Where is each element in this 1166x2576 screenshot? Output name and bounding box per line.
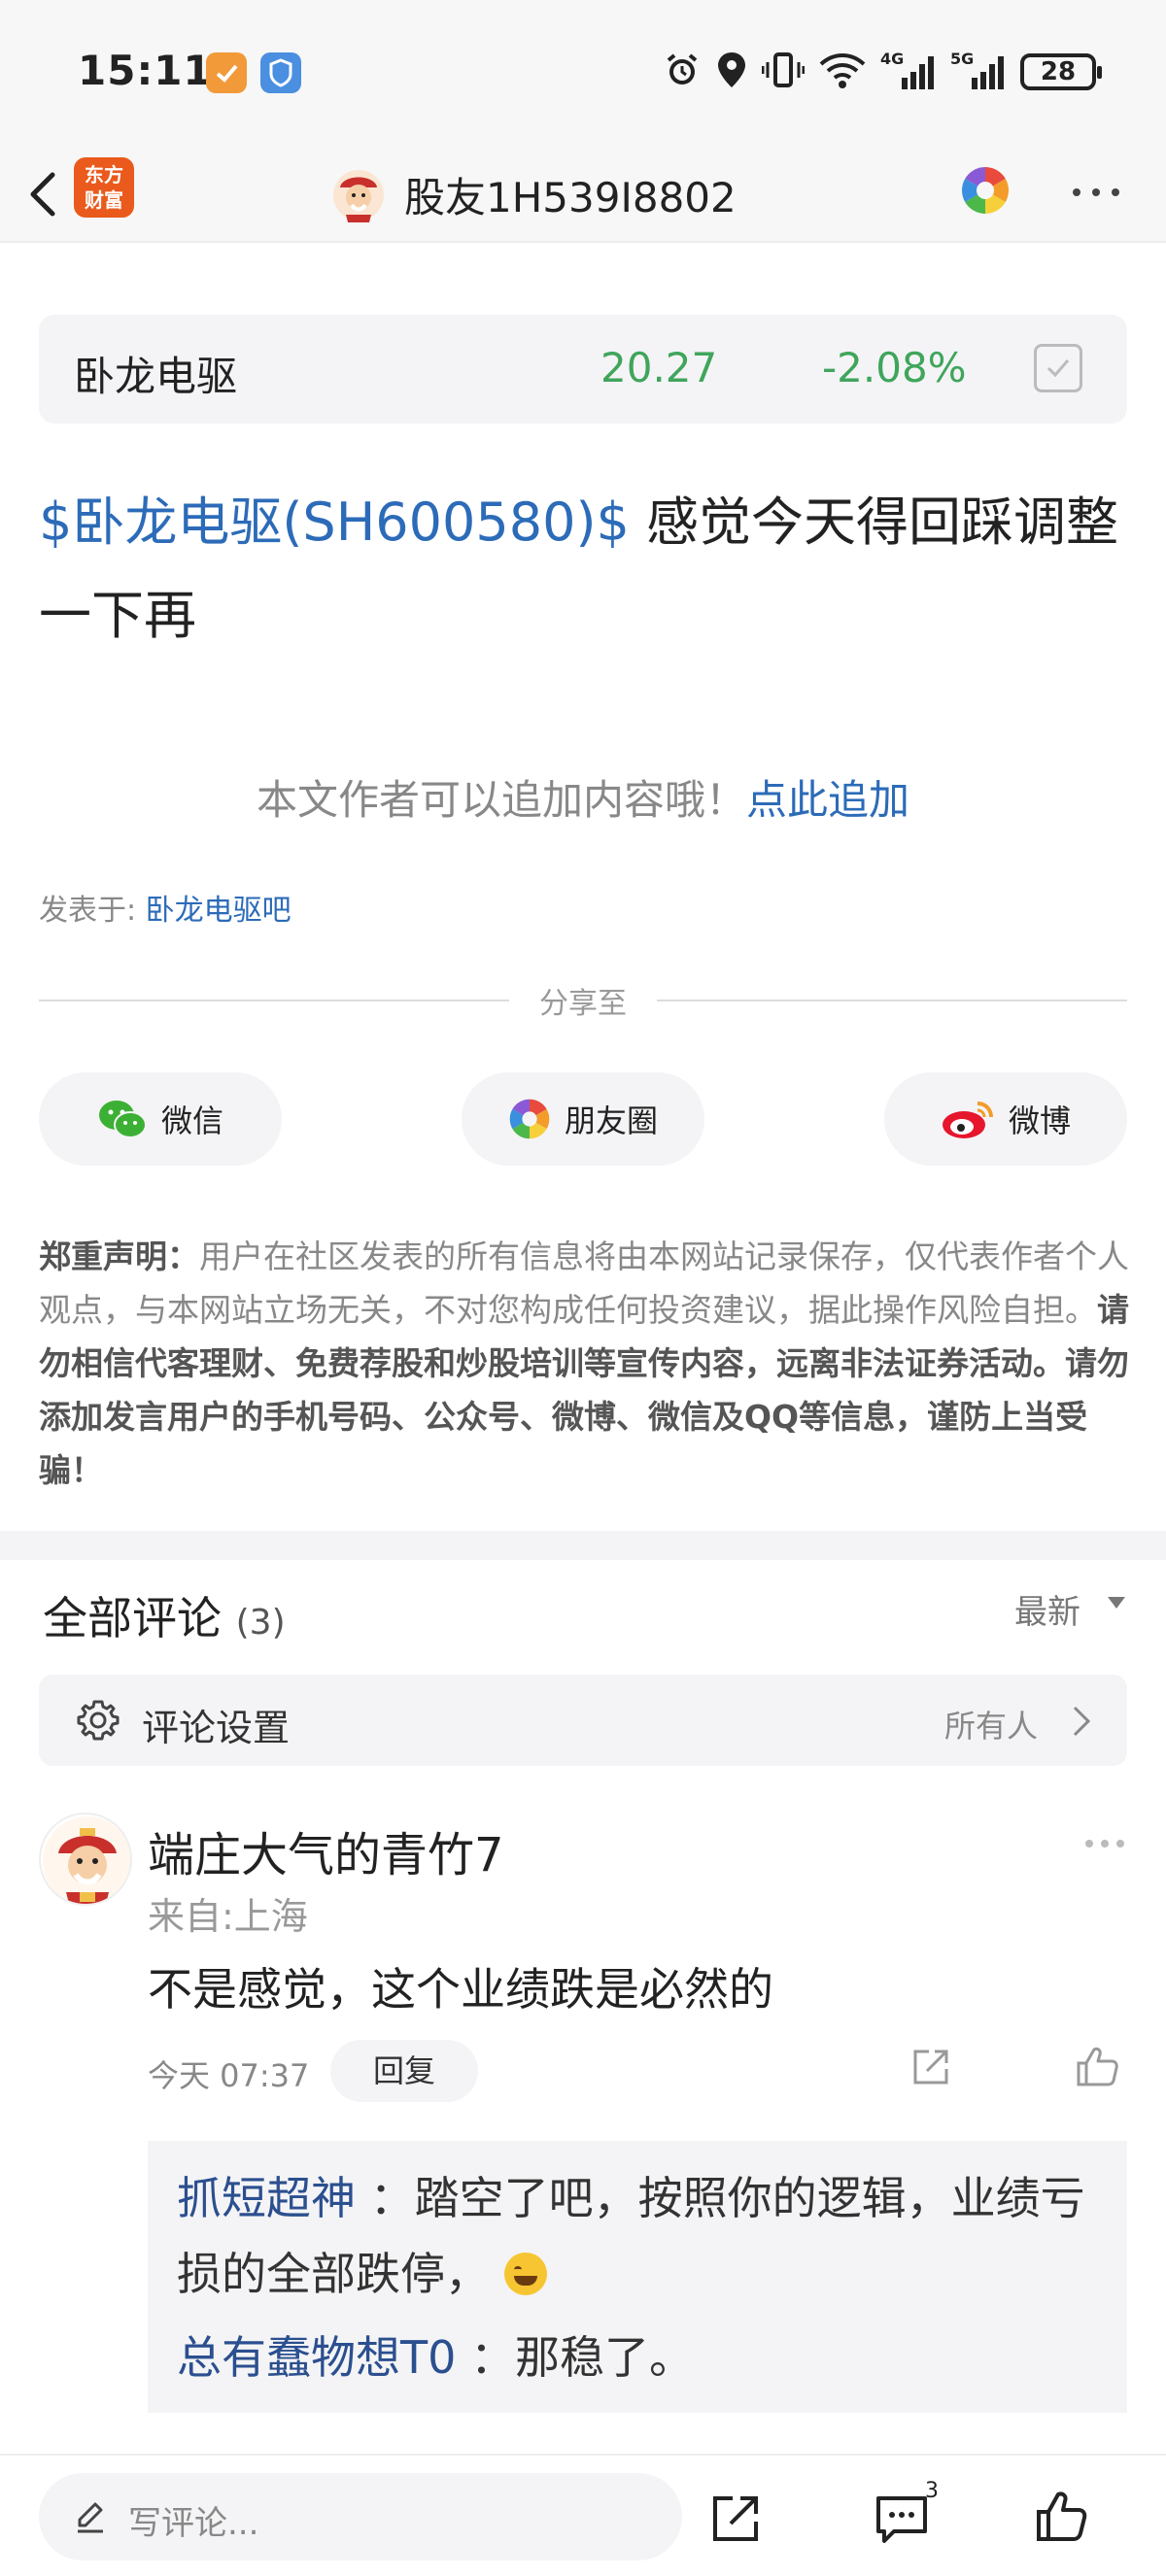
section-divider (0, 1531, 1166, 1560)
share-icon[interactable] (909, 2046, 952, 2088)
stock-quote-card[interactable]: 卧龙电驱 20.27 -2.08% (39, 315, 1127, 424)
comment-text: 不是感觉，这个业绩跌是必然的 (148, 1963, 773, 2016)
reply-button[interactable]: 回复 (330, 2040, 478, 2102)
pencil-icon (78, 2502, 103, 2533)
moments-icon (509, 1099, 550, 1139)
bottom-action-bar: 写评论... 3 (0, 2454, 1166, 2576)
append-link[interactable]: 点此追加 (746, 776, 909, 824)
sort-dropdown-arrow-icon[interactable] (1108, 1597, 1125, 1609)
nav-title-area[interactable]: 股友1H539I8802 (330, 159, 836, 229)
logo-text-bottom: 财富 (85, 188, 123, 212)
append-prompt-text: 本文作者可以追加内容哦！ (256, 776, 746, 824)
post-content: $卧龙电驱(SH600580)$ 感觉今天得回踩调整 一下再 (39, 476, 1137, 662)
nav-bar: 东方 财富 股友1H539I8802 (0, 146, 1166, 243)
posted-in-bar-link[interactable]: 卧龙电驱吧 (146, 894, 292, 928)
svg-text:5G: 5G (950, 50, 974, 68)
reply-thread: 抓短超神 ：踏空了吧，按照你的逻辑，业绩亏损的全部跌停， 总有蠢物想T0 ：那稳… (148, 2141, 1127, 2413)
comments-count: (3) (235, 1603, 286, 1643)
comment-icon[interactable] (873, 2491, 931, 2545)
thumbs-up-icon[interactable] (1034, 2489, 1088, 2543)
theme-color-icon[interactable] (960, 165, 1011, 216)
thumbs-up-icon[interactable] (1075, 2044, 1119, 2088)
share-weibo-label: 微博 (1008, 1102, 1071, 1139)
comment-more-icon[interactable] (1082, 1836, 1127, 1849)
alarm-icon (663, 51, 702, 93)
wechat-icon (98, 1101, 147, 1138)
status-time: 15:11 (78, 47, 213, 94)
svg-text:4G: 4G (880, 50, 904, 68)
comment-settings-label: 评论设置 (142, 1707, 291, 1749)
comment-count-badge: 3 (925, 2479, 939, 2503)
watchlist-checkbox-icon[interactable] (1034, 344, 1082, 392)
signal-5g-icon: 5G (950, 49, 1007, 95)
disclaimer-normal: 用户在社区发表的所有信息将由本网站记录保存，仅代表作者个人观点，与本网站立场无关… (39, 1237, 1129, 1329)
comment-avatar[interactable] (39, 1813, 132, 1906)
security-app-icon (260, 52, 301, 93)
share-moments-button[interactable]: 朋友圈 (462, 1072, 704, 1166)
wifi-icon (818, 51, 867, 93)
comment-author[interactable]: 端庄大气的青竹7 (148, 1816, 504, 1884)
comment-location: 来自:上海 (148, 1895, 308, 1938)
reply-item[interactable]: 总有蠢物想T0 ：那稳了。 (177, 2320, 1110, 2395)
comment-settings-row[interactable]: 评论设置 所有人 (39, 1675, 1127, 1766)
status-icons: 4G 5G 28 (663, 49, 1102, 95)
comment-settings-value: 所有人 (944, 1708, 1039, 1745)
share-divider: 分享至 (0, 979, 1166, 1021)
disclaimer-heading: 郑重声明： (39, 1237, 199, 1275)
disclaimer: 郑重声明：用户在社区发表的所有信息将由本网站记录保存，仅代表作者个人观点，与本网… (39, 1230, 1131, 1497)
share-wechat-label: 微信 (160, 1102, 223, 1139)
weibo-icon (942, 1102, 993, 1138)
stock-change: -2.08% (822, 344, 967, 391)
comments-title-label: 全部评论 (43, 1592, 222, 1644)
reply-author[interactable]: 抓短超神 (177, 2172, 356, 2224)
write-comment-placeholder: 写评论... (128, 2504, 259, 2543)
share-icon[interactable] (709, 2491, 764, 2545)
comments-title: 全部评论 (3) (43, 1583, 286, 1647)
append-prompt: 本文作者可以追加内容哦！点此追加 (0, 767, 1166, 827)
share-weibo-button[interactable]: 微博 (884, 1072, 1127, 1166)
comment-time: 今天 07:37 (148, 2057, 310, 2094)
stock-price: 20.27 (600, 344, 718, 391)
posted-in: 发表于: 卧龙电驱吧 (39, 886, 292, 929)
user-avatar-icon (333, 170, 384, 222)
gear-icon (77, 1700, 120, 1741)
post-text-line2: 一下再 (39, 585, 196, 646)
location-icon (715, 51, 748, 93)
signal-4g-icon: 4G (880, 49, 937, 95)
share-moments-label: 朋友圈 (564, 1102, 658, 1139)
status-bar: 15:11 4G 5G 28 (0, 0, 1166, 146)
reply-text: ：那稳了。 (470, 2331, 694, 2384)
divider-right (657, 1000, 1127, 1001)
shield-app-icon (206, 52, 247, 93)
share-wechat-button[interactable]: 微信 (39, 1072, 282, 1166)
stock-name: 卧龙电驱 (74, 353, 238, 400)
laughing-emoji-icon (503, 2253, 547, 2295)
vibrate-icon (761, 51, 806, 93)
back-arrow-icon[interactable] (21, 165, 70, 223)
chevron-right-icon (1073, 1706, 1091, 1737)
eastmoney-logo[interactable]: 东方 财富 (74, 157, 134, 218)
reply-author[interactable]: 总有蠢物想T0 (177, 2331, 456, 2384)
post-text-line1: 感觉今天得回踩调整 (629, 491, 1119, 553)
more-menu-icon[interactable] (1067, 175, 1125, 210)
stock-tag-link[interactable]: $卧龙电驱(SH600580)$ (39, 491, 630, 553)
reply-item[interactable]: 抓短超神 ：踏空了吧，按照你的逻辑，业绩亏损的全部跌停， (177, 2160, 1110, 2312)
write-comment-input[interactable]: 写评论... (39, 2473, 682, 2560)
battery-indicator: 28 (1020, 53, 1102, 90)
logo-text-top: 东方 (85, 163, 123, 186)
sort-dropdown[interactable]: 最新 (1014, 1585, 1080, 1633)
posted-in-label: 发表于: (39, 894, 146, 928)
page-title: 股友1H539I8802 (404, 173, 737, 221)
